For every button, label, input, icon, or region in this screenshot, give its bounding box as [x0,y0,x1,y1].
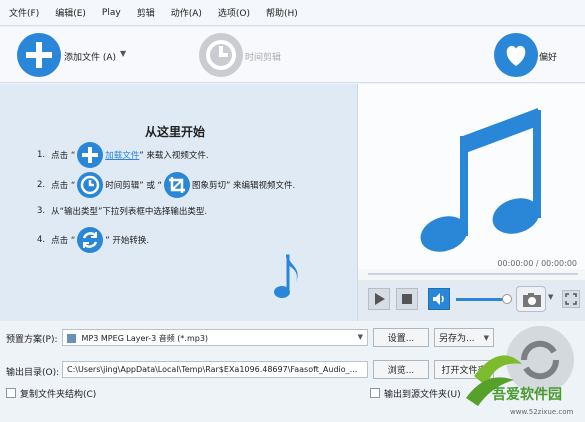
music-note-small-icon [274,254,298,298]
step-4: 4. 点击 “ ” 开始转换. [37,227,149,253]
time-display: 00:00:00 / 00:00:00 [497,259,577,268]
watermark-logo [466,326,574,406]
music-note-large-icon [420,108,541,252]
preview-panel: 00:00:00 / 00:00:00 ▼ [357,84,585,321]
snapshot-button[interactable] [516,286,546,312]
watermark-text: 吾爱软件园 [492,387,562,403]
copy-structure-checkbox[interactable] [6,388,16,398]
convert-icon[interactable] [77,227,104,253]
start-title: 从这里开始 [145,125,206,139]
copy-structure-label: 复制文件夹结构(C) [20,390,97,400]
favorite-button[interactable]: 偏好 [539,50,557,63]
step-number: 4. [37,235,46,245]
step-2: 2. 点击 “ 时间剪辑” 或 “ 图象剪切” 来编辑视频文件. [37,172,295,198]
toolbar: 添加文件 (A) ▼ 时间剪辑 偏好 [0,27,585,83]
time-clip-icon[interactable] [199,33,243,77]
step-number: 3. [37,206,46,216]
step-3: 3. 从“输出类型”下拉列表框中选择输出类型. [37,205,207,217]
volume-slider-handle[interactable] [502,294,512,304]
add-file-button[interactable]: 添加文件 (A) [64,50,116,63]
step-text: 图象剪切” 来编辑视频文件. [191,181,296,191]
watermark: 吾爱软件园 www.52zixue.com [452,320,585,422]
step-text: 点击 “ [51,236,76,246]
add-icon[interactable] [77,142,104,168]
fullscreen-icon [565,293,577,305]
step-text: 点击 “ [51,181,76,191]
camera-icon [523,293,541,307]
output-label: 输出目录(O): [6,368,60,378]
chevron-down-icon: ▼ [357,333,363,341]
time-clip-button[interactable]: 时间剪辑 [245,50,281,63]
load-file-link[interactable]: 加载文件 [105,149,139,161]
menu-options[interactable]: 选项(O) [209,6,257,19]
play-icon [375,293,385,305]
playback-controls: ▼ [358,280,585,321]
stop-icon [402,294,412,304]
output-path-field[interactable]: C:\Users\jing\AppData\Local\Temp\Rar$EXa… [62,361,368,378]
play-button[interactable] [368,288,390,310]
output-source-label: 输出到源文件夹(U) [384,390,461,400]
chevron-down-icon[interactable]: ▼ [120,49,126,58]
preset-label: 预置方案(P): [6,335,58,345]
step-text: 时间剪辑” 或 “ [105,181,162,191]
step-text: ” 来载入视频文件. [139,151,209,161]
audio-file-icon [67,334,76,343]
output-source-checkbox[interactable] [370,388,380,398]
crop-icon[interactable] [163,172,190,198]
seek-bar[interactable] [368,273,578,275]
speaker-icon [433,293,444,305]
step-text: ” 开始转换. [105,236,150,246]
step-1: 1. 点击 “ 加载文件 ” 来载入视频文件. [37,142,209,168]
add-file-icon[interactable] [17,33,61,77]
stop-button[interactable] [396,288,418,310]
chevron-down-icon[interactable]: ▼ [548,293,553,301]
menu-help[interactable]: 帮助(H) [257,6,305,19]
watermark-url: www.52zixue.com [510,408,574,416]
volume-slider[interactable] [456,298,506,301]
step-text: 从“输出类型”下拉列表框中选择输出类型. [51,207,208,217]
menu-clip[interactable]: 剪辑 [128,6,162,19]
step-text: 点击 “ [51,151,76,161]
menu-action[interactable]: 动作(A) [162,6,209,19]
preset-value: MP3 MPEG Layer-3 音频 (*.mp3) [81,334,209,343]
fullscreen-button[interactable] [562,290,580,308]
settings-button[interactable]: 设置... [373,328,429,347]
menu-edit[interactable]: 编辑(E) [46,6,93,19]
heart-icon[interactable] [494,33,538,77]
clock-icon[interactable] [77,172,104,198]
volume-button[interactable] [428,288,450,310]
menu-play[interactable]: Play [93,8,128,18]
menu-bar: 文件(F) 编辑(E) Play 剪辑 动作(A) 选项(O) 帮助(H) [0,0,585,26]
browse-button[interactable]: 浏览... [373,360,429,379]
step-number: 2. [37,180,46,190]
preset-select[interactable]: MP3 MPEG Layer-3 音频 (*.mp3) ▼ [62,329,368,346]
menu-file[interactable]: 文件(F) [0,6,46,19]
step-number: 1. [37,150,46,160]
